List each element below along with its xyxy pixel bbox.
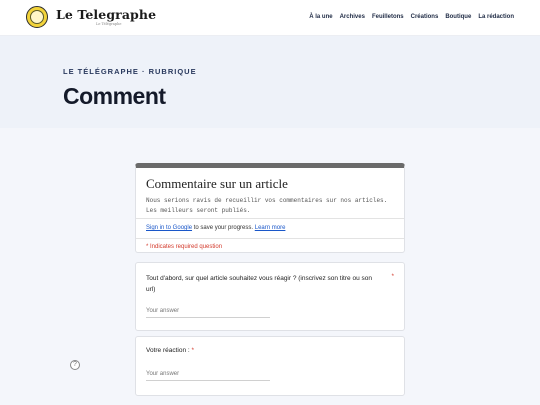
form-header-card: Commentaire sur un article Nous serions … — [135, 163, 405, 253]
section-kicker: LE TÉLÉGRAPHE · RUBRIQUE — [63, 67, 197, 76]
nav-item-boutique[interactable]: Boutique — [445, 14, 471, 20]
divider — [136, 238, 404, 239]
site-logo-text[interactable]: Le Telegraphe — [56, 7, 156, 22]
required-asterisk: * — [191, 347, 195, 354]
help-icon[interactable]: ? — [70, 360, 80, 370]
nav-item-feuilletons[interactable]: Feuilletons — [372, 14, 404, 20]
logo-emblem — [30, 10, 44, 24]
site-logo-subtitle: Le Télégraphe — [96, 22, 122, 26]
required-asterisk: * — [391, 273, 394, 280]
question-card-article: Tout d'abord, sur quel article souhaitez… — [135, 262, 405, 331]
signin-text: to save your progress. — [192, 225, 255, 231]
nav-item-creations[interactable]: Créations — [411, 14, 439, 20]
question-label-text: Votre réaction : — [146, 347, 192, 354]
question-label: Tout d'abord, sur quel article souhaitez… — [146, 275, 372, 293]
learn-more-link[interactable]: Learn more — [255, 225, 286, 231]
nav-item-archives[interactable]: Archives — [340, 14, 365, 20]
nav-item-la-redaction[interactable]: La rédaction — [478, 14, 514, 20]
site-header: Le Telegraphe Le Télégraphe À la une Arc… — [0, 0, 540, 36]
form-description: Nous serions ravis de recueillir vos com… — [146, 197, 388, 214]
page-title: Comment — [63, 83, 166, 109]
nav-item-a-la-une[interactable]: À la une — [309, 14, 332, 20]
required-note: * Indicates required question — [146, 244, 223, 250]
article-answer-input[interactable]: Your answer — [146, 308, 270, 318]
question-label: Votre réaction : * — [146, 347, 194, 354]
logo-badge-icon[interactable] — [26, 6, 48, 28]
question-card-reaction: Votre réaction : * Your answer — [135, 336, 405, 396]
signin-link[interactable]: Sign in to Google — [146, 225, 192, 231]
divider — [136, 218, 404, 219]
form-title: Commentaire sur un article — [146, 176, 288, 191]
main-nav: À la une Archives Feuilletons Créations … — [309, 14, 514, 20]
signin-row: Sign in to Google to save your progress.… — [146, 225, 285, 231]
page-hero: LE TÉLÉGRAPHE · RUBRIQUE Comment — [0, 36, 540, 128]
reaction-answer-input[interactable]: Your answer — [146, 371, 270, 381]
